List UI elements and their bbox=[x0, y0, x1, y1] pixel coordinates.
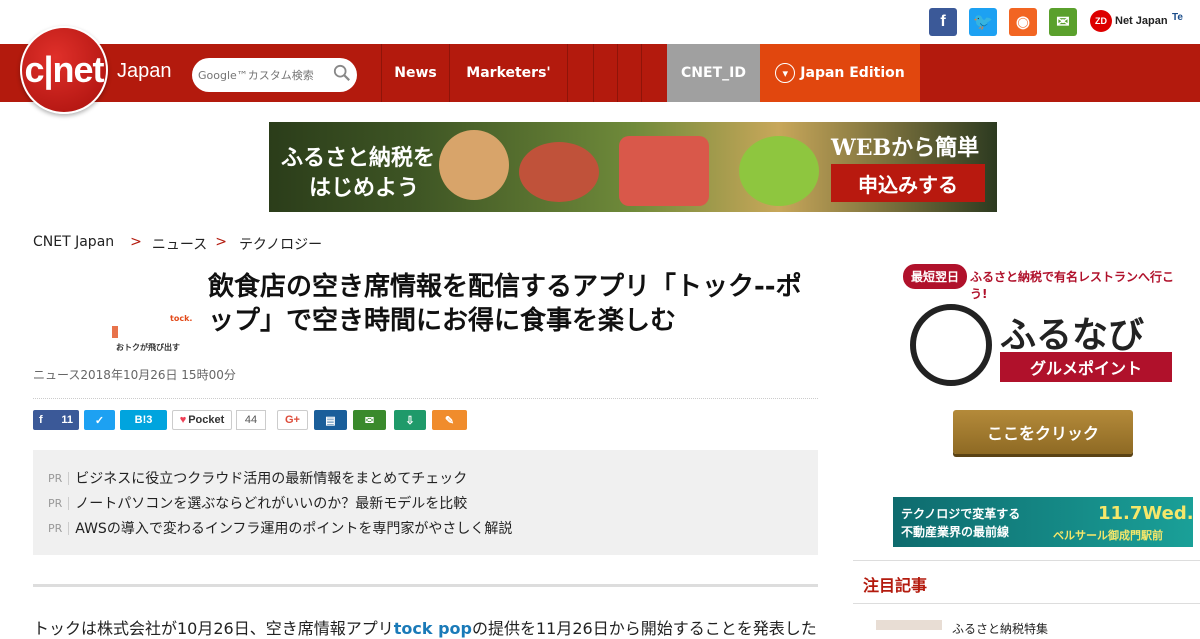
pr-link[interactable]: PR ビジネスに役立つクラウド活用の最新情報をまとめてチェック bbox=[48, 468, 467, 488]
facebook-share-button[interactable]: f 11 bbox=[33, 410, 79, 430]
breadcrumb-separator: > bbox=[215, 234, 227, 250]
zdnet-logo-icon: ZD bbox=[1090, 10, 1112, 32]
furu-tagline: ふるさと納税で有名レストランへ行こう! bbox=[970, 270, 1175, 301]
nav-item-marketers[interactable]: Marketers' bbox=[449, 44, 567, 102]
top-utility-bar: f 🐦 ◉ ✉ ZD Net Japan Te bbox=[0, 0, 1200, 44]
article-date: ニュース2018年10月26日 15時00分 bbox=[33, 368, 236, 382]
pocket-icon: ♥ bbox=[179, 414, 187, 426]
hatena-bookmark-button[interactable]: B!3 bbox=[120, 410, 167, 430]
techrepublic-link[interactable]: Te bbox=[1172, 12, 1183, 23]
pr-link[interactable]: PR ノートパソコンを選ぶならどれがいいのか？最新モデルを比較 bbox=[48, 493, 467, 513]
tech-event-ad[interactable]: テクノロジで変革する 不動産業界の最前線 11.7Wed. ベルサール御成門駅前 bbox=[893, 497, 1194, 547]
sidebar-article-thumbnail[interactable] bbox=[876, 620, 942, 630]
food-image bbox=[519, 142, 599, 202]
article-thumbnail[interactable]: tock. おトクが飛び出す bbox=[112, 310, 196, 356]
breadcrumb-home[interactable]: CNET Japan bbox=[33, 234, 114, 254]
twitter-icon[interactable]: 🐦 bbox=[969, 8, 997, 36]
nav-item-empty-2[interactable] bbox=[593, 44, 617, 102]
google-plus-button[interactable]: G+ bbox=[277, 410, 308, 430]
breadcrumb-news[interactable]: ニュース bbox=[152, 234, 207, 254]
article-headline: 飲食店の空き席情報を配信するアプリ「トック--ポップ」で空き時間にお得に食事を楽… bbox=[208, 272, 802, 336]
article-body-first-line: トックは株式会社が10月26日、空き席情報アプリtock popの提供を11月2… bbox=[33, 619, 817, 638]
cnet-logo[interactable]: c|net bbox=[20, 26, 108, 114]
tock-pop-link[interactable]: tock pop bbox=[394, 619, 472, 638]
search-icon[interactable] bbox=[333, 64, 351, 82]
breadcrumb-tech[interactable]: テクノロジー bbox=[239, 234, 322, 254]
furunavi-logo-icon bbox=[910, 304, 992, 386]
nav-item-empty-4[interactable] bbox=[641, 44, 667, 102]
pr-links-box: PR ビジネスに役立つクラウド活用の最新情報をまとめてチェック PR ノートパソコン… bbox=[33, 450, 818, 555]
furusato-banner-ad[interactable]: ふるさと納税を はじめよう WEBから簡単 申込みする bbox=[269, 122, 997, 212]
furu-brand: ふるなび bbox=[1000, 315, 1145, 356]
divider bbox=[33, 584, 818, 587]
furu-sub: グルメポイント bbox=[1000, 352, 1172, 382]
sidebar-article-link[interactable]: ふるさと納税特集 bbox=[952, 620, 1048, 637]
twitter-share-button[interactable]: ✓ bbox=[84, 410, 115, 430]
banner-text-2: はじめよう bbox=[309, 176, 420, 201]
banner-apply-button[interactable]: 申込みする bbox=[831, 164, 985, 202]
clip-icon[interactable]: ✎ bbox=[432, 410, 467, 430]
food-image bbox=[619, 136, 709, 206]
furu-badge: 最短翌日 bbox=[903, 264, 968, 289]
breadcrumb: CNET Japan > ニュース > テクノロジー bbox=[33, 234, 322, 254]
facebook-icon: f bbox=[39, 414, 43, 426]
banner-text-3: WEBから簡単 bbox=[831, 135, 980, 161]
pocket-count: 44 bbox=[236, 410, 266, 430]
rss-icon[interactable]: ◉ bbox=[1009, 8, 1037, 36]
breadcrumb-separator: > bbox=[130, 234, 142, 250]
print-icon[interactable]: ▤ bbox=[314, 410, 347, 430]
furu-click-button[interactable]: ここをクリック bbox=[953, 410, 1133, 454]
mail-icon[interactable]: ✉ bbox=[1049, 8, 1077, 36]
sidebar-section-header: 注目記事 bbox=[853, 560, 1200, 604]
pr-link[interactable]: PR AWSの導入で変わるインフラ運用のポイントを専門家がやさしく解説 bbox=[48, 518, 512, 538]
twitter-icon: ✓ bbox=[94, 414, 105, 427]
food-image bbox=[739, 136, 819, 206]
furunavi-ad[interactable]: 最短翌日 ふるさと納税で有名レストランへ行こう! ふるなび グルメポイント ここ… bbox=[900, 262, 1190, 462]
chevron-down-icon: ▾ bbox=[775, 63, 796, 83]
logo-japan-text: Japan bbox=[117, 60, 172, 82]
edition-selector[interactable]: ▾ Japan Edition bbox=[760, 44, 920, 102]
nav-item-empty-3[interactable] bbox=[617, 44, 641, 102]
food-image bbox=[439, 130, 509, 200]
cnet-id-button[interactable]: CNET_ID bbox=[667, 44, 760, 102]
nav-item-news[interactable]: News bbox=[381, 44, 449, 102]
banner-text-1: ふるさと納税を bbox=[281, 146, 436, 171]
save-icon[interactable]: ⇩ bbox=[394, 410, 426, 430]
facebook-icon[interactable]: f bbox=[929, 8, 957, 36]
divider bbox=[33, 398, 818, 399]
zdnet-japan-link[interactable]: ZD Net Japan bbox=[1090, 10, 1168, 32]
mail-share-icon[interactable]: ✉ bbox=[353, 410, 386, 430]
nav-item-empty-1[interactable] bbox=[567, 44, 593, 102]
pocket-button[interactable]: ♥ Pocket bbox=[172, 410, 232, 430]
